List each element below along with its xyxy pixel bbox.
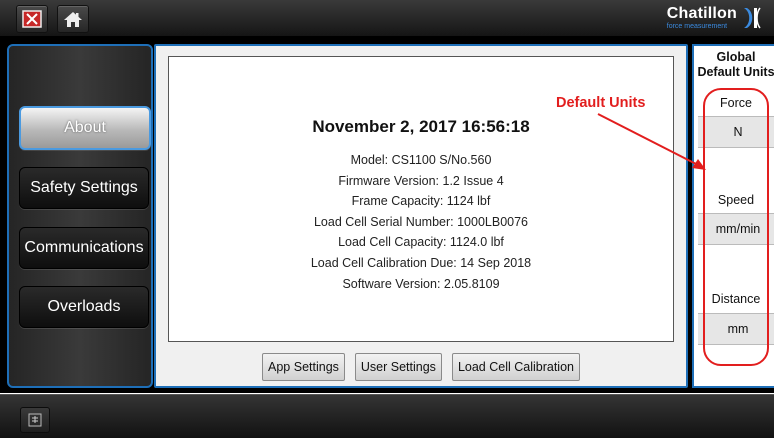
units-title-line1: Global [716,50,756,64]
units-title-line2: Default Units [697,65,774,79]
frame-capacity-line: Frame Capacity: 1124 lbf [351,194,491,209]
home-icon [64,12,82,27]
calibration-due-line: Load Cell Calibration Due: 14 Sep 2018 [310,255,532,270]
bottom-bar [0,394,774,438]
brand-logo: Chatillon force measurement [667,5,764,31]
annotation-highlight-oval [703,88,769,366]
model-line: Model: CS1100 S/No.560 [350,153,492,167]
sidebar-item-overloads[interactable]: Overloads [19,286,149,328]
software-version-line: Software Version: 2.05.8109 [342,276,500,291]
units-panel-title: Global Default Units [694,50,774,80]
load-cell-capacity-line: Load Cell Capacity: 1124.0 lbf [338,235,504,250]
sidebar-item-label: Overloads [47,298,121,315]
system-info: Model: CS1100 S/No.560 Firmware Version:… [169,150,673,294]
brand-mark-icon [744,7,761,29]
sidebar-item-safety-settings[interactable]: Safety Settings [19,167,149,209]
brand-name: Chatillon [666,5,737,22]
close-button[interactable] [16,5,48,33]
home-button[interactable] [57,5,89,33]
menu-button[interactable] [20,407,50,433]
brand-tagline: force measurement [666,23,728,30]
sidebar: About Safety Settings Communications Ove… [7,44,153,388]
sidebar-item-label: Safety Settings [30,179,138,196]
close-icon [22,10,42,28]
sidebar-item-label: About [64,119,106,136]
sidebar-item-label: Communications [24,239,144,256]
user-settings-button[interactable]: User Settings [354,353,442,381]
app-settings-button[interactable]: App Settings [262,353,345,381]
sidebar-item-about[interactable]: About [19,106,151,150]
date-time: November 2, 2017 16:56:18 [312,117,530,136]
top-bar: Chatillon force measurement [0,0,774,37]
about-actions: App Settings User Settings Load Cell Cal… [156,353,686,381]
menu-icon [28,413,42,427]
sidebar-item-communications[interactable]: Communications [19,227,149,269]
annotation-label: Default Units [556,95,646,111]
firmware-line: Firmware Version: 1.2 Issue 4 [338,173,504,188]
load-cell-serial-line: Load Cell Serial Number: 1000LB0076 [313,214,529,229]
load-cell-calibration-button[interactable]: Load Cell Calibration [451,353,580,381]
